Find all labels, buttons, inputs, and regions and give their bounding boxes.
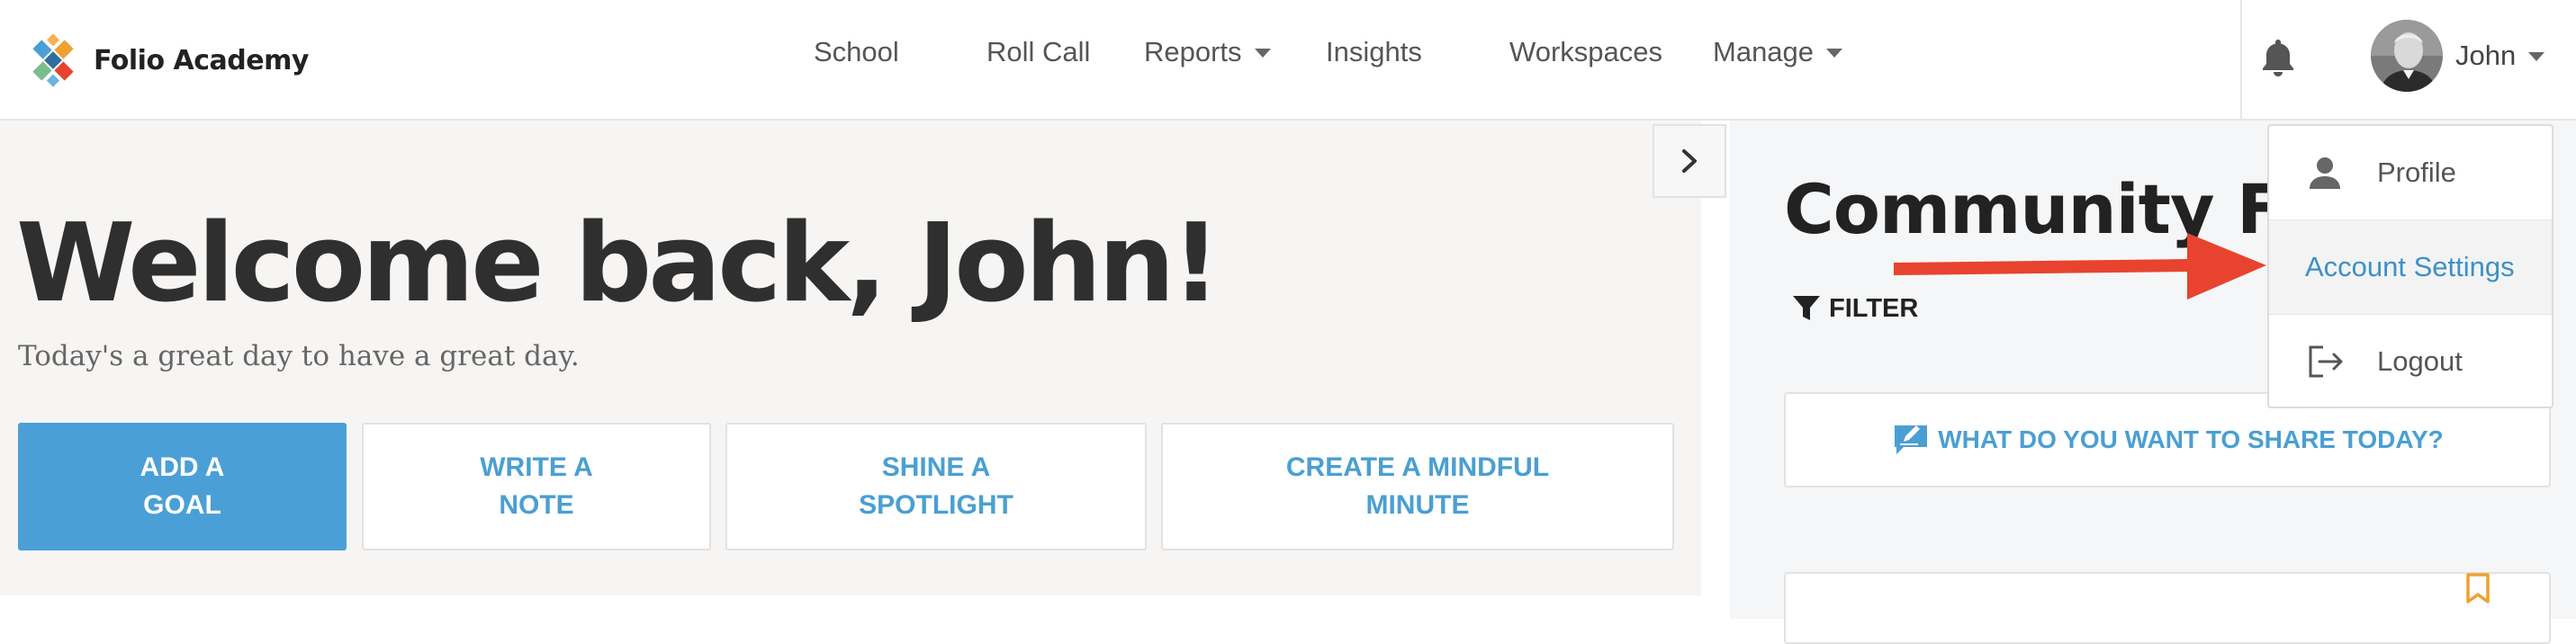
welcome-hero: Welcome back, John! Today's a great day … bbox=[0, 121, 1701, 595]
nav-item-school[interactable]: School bbox=[814, 36, 899, 68]
nav-item-roll-call[interactable]: Roll Call bbox=[986, 36, 1090, 68]
bell-icon[interactable] bbox=[2259, 36, 2297, 79]
nav-item-insights[interactable]: Insights bbox=[1326, 36, 1422, 68]
welcome-subtitle: Today's a great day to have a great day. bbox=[18, 340, 580, 372]
nav-label: Manage bbox=[1713, 36, 1815, 67]
logout-icon bbox=[2309, 345, 2343, 378]
menu-item-logout[interactable]: Logout bbox=[2269, 315, 2552, 408]
chevron-down-icon bbox=[1826, 49, 1843, 58]
user-dropdown-menu: Profile Account Settings Logout bbox=[2267, 124, 2553, 408]
add-goal-button[interactable]: ADD A GOAL bbox=[18, 423, 347, 550]
compose-icon bbox=[1895, 425, 1928, 454]
menu-item-label: Logout bbox=[2377, 345, 2463, 377]
brand-name: Folio Academy bbox=[94, 44, 309, 76]
nav-item-manage[interactable]: Manage bbox=[1713, 36, 1843, 68]
user-menu-toggle[interactable]: John bbox=[2371, 20, 2545, 92]
chevron-right-icon bbox=[1682, 149, 1697, 173]
create-mindful-minute-button[interactable]: CREATE A MINDFUL MINUTE bbox=[1161, 423, 1674, 550]
nav-divider bbox=[2240, 0, 2242, 121]
nav-label: Reports bbox=[1144, 36, 1242, 67]
share-prompt: WHAT DO YOU WANT TO SHARE TODAY? bbox=[1938, 425, 2444, 453]
nav-item-workspaces[interactable]: Workspaces bbox=[1509, 36, 1662, 68]
top-navigation-bar: Folio Academy School Roll Call Reports I… bbox=[0, 0, 2576, 121]
avatar bbox=[2371, 20, 2443, 92]
page-title: Welcome back, John! bbox=[16, 201, 1220, 326]
chevron-down-icon bbox=[1254, 49, 1271, 58]
folio-logo-icon bbox=[32, 33, 74, 87]
nav-label: Roll Call bbox=[986, 36, 1091, 67]
menu-item-label: Profile bbox=[2377, 157, 2456, 188]
shine-spotlight-button[interactable]: SHINE A SPOTLIGHT bbox=[725, 423, 1147, 550]
nav-item-reports[interactable]: Reports bbox=[1144, 36, 1271, 68]
nav-label: School bbox=[814, 36, 899, 67]
nav-label: Workspaces bbox=[1509, 36, 1662, 67]
menu-item-profile[interactable]: Profile bbox=[2269, 126, 2552, 219]
filter-icon bbox=[1793, 296, 1820, 320]
feed-post-card bbox=[1784, 572, 2551, 644]
menu-item-account-settings[interactable]: Account Settings bbox=[2269, 219, 2552, 315]
expand-panel-button[interactable] bbox=[1653, 124, 1726, 198]
write-note-button[interactable]: WRITE A NOTE bbox=[362, 423, 711, 550]
menu-item-label: Account Settings bbox=[2305, 251, 2515, 282]
bookmark-icon[interactable] bbox=[2464, 572, 2491, 604]
person-icon bbox=[2310, 157, 2340, 189]
brand-logo[interactable]: Folio Academy bbox=[25, 32, 309, 88]
chevron-down-icon bbox=[2528, 52, 2545, 61]
user-name: John bbox=[2455, 40, 2517, 71]
annotation-arrow bbox=[1894, 233, 2266, 300]
nav-label: Insights bbox=[1326, 36, 1422, 67]
